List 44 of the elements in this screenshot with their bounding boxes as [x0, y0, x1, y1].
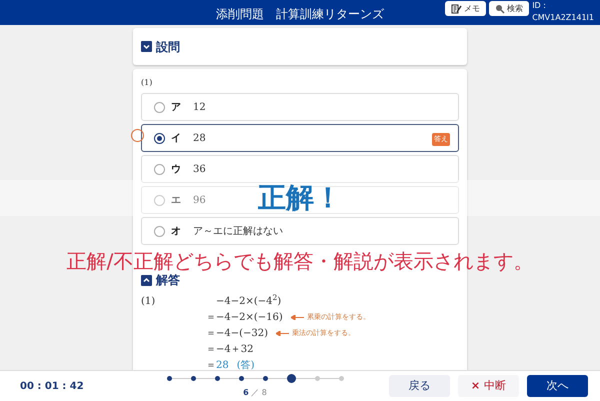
math-step: ＝−4＋32 — [206, 342, 254, 356]
option-letter: イ — [171, 132, 181, 146]
answer-number: (1) — [141, 296, 156, 306]
page-counter: 6 ／ 8 — [243, 388, 267, 396]
answer-header[interactable]: 解答 — [141, 271, 459, 289]
option-text: 36 — [193, 162, 206, 176]
search-button[interactable]: 検索 — [489, 1, 530, 16]
answer-mark: (答) — [236, 358, 255, 372]
suspend-button[interactable]: × 中断 — [458, 375, 519, 397]
option-text: ア～エに正解はない — [193, 224, 283, 238]
caption-text: 正解/不正解どちらでも解答・解説が表示されます。 — [66, 249, 534, 273]
id-label: ID : — [532, 0, 547, 12]
question-number: (1) — [141, 77, 154, 89]
radio-button[interactable] — [154, 132, 165, 144]
option-letter: ア — [171, 100, 181, 114]
answer-option[interactable]: ウ 36 — [141, 155, 459, 183]
radio-button[interactable] — [154, 226, 165, 236]
option-letter: ウ — [171, 162, 181, 176]
option-letter: エ — [171, 194, 181, 208]
math-step: −4−2×(−4$^{2}$) — [216, 294, 282, 308]
option-letter: オ — [171, 224, 181, 238]
result-text: 正解！ — [258, 184, 342, 212]
math-step: ＝−4−2×(−16) — [206, 310, 283, 324]
answer-option[interactable]: オ ア～エに正解はない — [141, 217, 459, 245]
left-arrow-icon — [276, 330, 290, 336]
question-header[interactable]: 設問 — [141, 38, 180, 56]
back-button[interactable]: 戻る — [389, 375, 450, 397]
option-text: 12 — [193, 100, 206, 114]
notepad-pencil-icon — [451, 4, 462, 14]
radio-button[interactable] — [154, 102, 165, 112]
radio-button[interactable] — [154, 194, 165, 206]
option-text: 96 — [193, 194, 206, 208]
id-value: CMV1A2Z141I1 — [532, 12, 594, 24]
timer: 00 : 01 : 42 — [20, 380, 85, 394]
left-arrow-icon — [290, 314, 304, 320]
answer-option[interactable]: ア 12 — [141, 93, 459, 121]
math-step: ＝−4−(−32) — [206, 326, 268, 340]
option-text: 28 — [193, 132, 206, 146]
math-step: ＝28 — [206, 358, 229, 372]
window-title: 添削問題 計算訓練リターンズ — [216, 6, 384, 23]
radio-button[interactable] — [154, 164, 165, 174]
next-button[interactable]: 次へ — [527, 375, 588, 397]
memo-button[interactable]: メモ — [445, 1, 486, 16]
search-icon — [495, 4, 506, 14]
